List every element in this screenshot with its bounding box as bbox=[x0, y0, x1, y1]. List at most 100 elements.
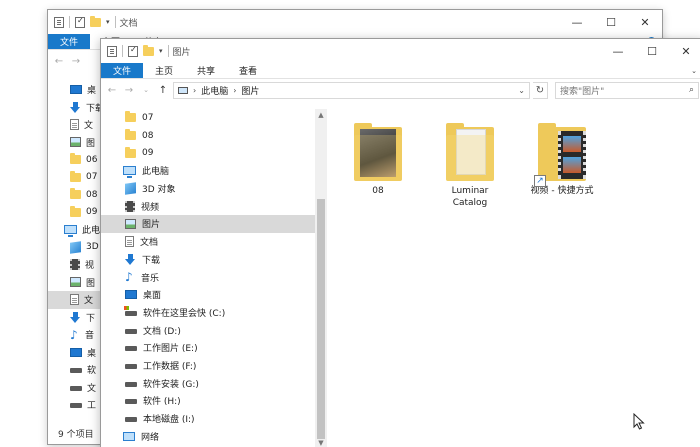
nav-item[interactable]: 下载 bbox=[48, 99, 100, 117]
nav-item[interactable]: 视 bbox=[48, 256, 100, 274]
desktop-icon bbox=[70, 347, 82, 357]
customize-caret-icon[interactable]: ▾ bbox=[159, 47, 163, 55]
nav-item[interactable]: 文档 bbox=[101, 233, 327, 251]
nav-item-label: 文 bbox=[84, 121, 94, 132]
nav-item-label: 工作数据 (F:) bbox=[143, 361, 197, 372]
folder-icon bbox=[70, 153, 81, 165]
checkbox-icon[interactable] bbox=[128, 45, 138, 57]
folder-luminar-catalog[interactable]: Luminar Catalog bbox=[433, 123, 507, 209]
recent-locations-icon[interactable]: ⌄ bbox=[139, 86, 153, 94]
tab-home[interactable]: 主页 bbox=[143, 63, 185, 78]
nav-item[interactable]: 软件在这里会快 (C:) bbox=[101, 304, 327, 322]
nav-item-label: 08 bbox=[142, 130, 154, 141]
pictures-window[interactable]: ▾ 图片 — ☐ ✕ 文件 主页 共享 查看 ⌄ ← → ⌄ ↑ › 此电脑 ›… bbox=[100, 38, 700, 447]
nav-item[interactable]: 3D bbox=[48, 239, 100, 257]
nav-item[interactable]: ♪ 音乐 bbox=[101, 268, 327, 286]
breadcrumb-separator-icon[interactable]: › bbox=[233, 86, 236, 95]
forward-arrow-icon[interactable]: → bbox=[122, 85, 136, 96]
nav-item[interactable]: 图 bbox=[48, 274, 100, 292]
scrollbar-thumb[interactable] bbox=[317, 199, 325, 439]
shortcut-arrow-icon: ↗ bbox=[534, 175, 546, 187]
breadcrumb-separator-icon[interactable]: › bbox=[193, 86, 196, 95]
checkbox-icon[interactable] bbox=[75, 16, 85, 28]
video-shortcut[interactable]: ↗ 视频 - 快捷方式 bbox=[525, 123, 599, 197]
nav-item-label: 07 bbox=[142, 112, 154, 123]
properties-icon[interactable] bbox=[107, 45, 117, 57]
nav-item[interactable]: 此电脑 bbox=[101, 162, 327, 180]
close-icon[interactable]: ✕ bbox=[628, 10, 662, 34]
nav-item[interactable]: 软 bbox=[48, 361, 100, 379]
nav-item[interactable]: 08 bbox=[48, 186, 100, 204]
nav-item[interactable]: 下载 bbox=[101, 251, 327, 269]
video-icon bbox=[125, 200, 135, 212]
nav-item[interactable]: 文 bbox=[48, 291, 100, 309]
nav-item[interactable]: 文 bbox=[48, 379, 100, 397]
folder-08[interactable]: 08 bbox=[341, 123, 415, 197]
back-arrow-icon[interactable]: ← bbox=[52, 56, 66, 67]
nav-item[interactable]: 软件安装 (G:) bbox=[101, 374, 327, 392]
scroll-up-icon[interactable]: ▲ bbox=[315, 111, 327, 119]
navigation-scrollbar[interactable]: ▲ ▼ bbox=[315, 109, 327, 447]
scroll-down-icon[interactable]: ▼ bbox=[315, 439, 327, 447]
refresh-icon[interactable]: ↻ bbox=[533, 81, 548, 99]
item-name: 08 bbox=[372, 186, 384, 196]
folder-icon bbox=[70, 188, 81, 200]
maximize-icon[interactable]: ☐ bbox=[635, 39, 669, 63]
nav-item[interactable]: 工 bbox=[48, 396, 100, 414]
forward-arrow-icon[interactable]: → bbox=[69, 56, 83, 67]
nav-item[interactable]: 工作数据 (F:) bbox=[101, 357, 327, 375]
new-folder-icon[interactable] bbox=[90, 15, 101, 27]
address-bar[interactable]: › 此电脑 › 图片 ⌄ bbox=[173, 81, 530, 99]
tab-file[interactable]: 文件 bbox=[48, 34, 90, 49]
documents-titlebar[interactable]: ▾ 文档 — ☐ ✕ bbox=[48, 10, 662, 34]
nav-item[interactable]: 桌 bbox=[48, 81, 100, 99]
nav-item-label: 07 bbox=[86, 172, 98, 183]
nav-item[interactable]: 工作图片 (E:) bbox=[101, 339, 327, 357]
nav-item[interactable]: 本地磁盘 (I:) bbox=[101, 410, 327, 428]
expand-ribbon-icon[interactable]: ⌄ bbox=[691, 67, 697, 75]
up-arrow-icon[interactable]: ↑ bbox=[156, 85, 170, 96]
nav-item-label: 视 bbox=[85, 261, 95, 272]
nav-item[interactable]: 08 bbox=[101, 127, 327, 145]
new-folder-icon[interactable] bbox=[143, 44, 154, 56]
nav-item[interactable]: ♪ 音 bbox=[48, 326, 100, 344]
search-icon[interactable]: ⌕ bbox=[689, 85, 694, 95]
nav-item[interactable]: 网络 bbox=[101, 427, 327, 445]
tab-file[interactable]: 文件 bbox=[101, 63, 143, 78]
nav-item[interactable]: 下 bbox=[48, 309, 100, 327]
nav-item-label: 文 bbox=[84, 296, 94, 307]
search-input[interactable]: 搜索"图片" ⌕ bbox=[555, 81, 699, 99]
tab-share[interactable]: 共享 bbox=[185, 63, 227, 78]
nav-item[interactable]: 桌面 bbox=[101, 286, 327, 304]
nav-item[interactable]: 06 bbox=[48, 151, 100, 169]
nav-item[interactable]: 软件 (H:) bbox=[101, 392, 327, 410]
nav-item[interactable]: 图 bbox=[48, 134, 100, 152]
maximize-icon[interactable]: ☐ bbox=[594, 10, 628, 34]
document-icon bbox=[125, 236, 134, 248]
nav-item[interactable]: 图片 bbox=[101, 215, 327, 233]
nav-item[interactable]: 视频 bbox=[101, 197, 327, 215]
nav-item[interactable]: 3D 对象 bbox=[101, 180, 327, 198]
nav-item[interactable]: 文档 (D:) bbox=[101, 321, 327, 339]
breadcrumb-this-pc[interactable]: 此电脑 bbox=[201, 84, 228, 97]
properties-icon[interactable] bbox=[54, 16, 64, 28]
window-title: 图片 bbox=[172, 47, 191, 58]
tab-view[interactable]: 查看 bbox=[227, 63, 269, 78]
customize-caret-icon[interactable]: ▾ bbox=[106, 18, 110, 26]
nav-item[interactable]: 07 bbox=[48, 169, 100, 187]
minimize-icon[interactable]: — bbox=[560, 10, 594, 34]
close-icon[interactable]: ✕ bbox=[669, 39, 700, 63]
pictures-titlebar[interactable]: ▾ 图片 — ☐ ✕ bbox=[101, 39, 700, 63]
nav-item[interactable]: 09 bbox=[48, 204, 100, 222]
nav-item[interactable]: 09 bbox=[101, 144, 327, 162]
back-arrow-icon[interactable]: ← bbox=[105, 85, 119, 96]
nav-item-label: 工 bbox=[87, 401, 97, 412]
desktop-icon bbox=[70, 85, 82, 95]
nav-item[interactable]: 此电 bbox=[48, 221, 100, 239]
address-dropdown-icon[interactable]: ⌄ bbox=[518, 86, 525, 95]
minimize-icon[interactable]: — bbox=[601, 39, 635, 63]
nav-item[interactable]: 桌 bbox=[48, 344, 100, 362]
nav-item[interactable]: 07 bbox=[101, 109, 327, 127]
nav-item[interactable]: 文 bbox=[48, 116, 100, 134]
breadcrumb-pictures[interactable]: 图片 bbox=[241, 84, 259, 97]
